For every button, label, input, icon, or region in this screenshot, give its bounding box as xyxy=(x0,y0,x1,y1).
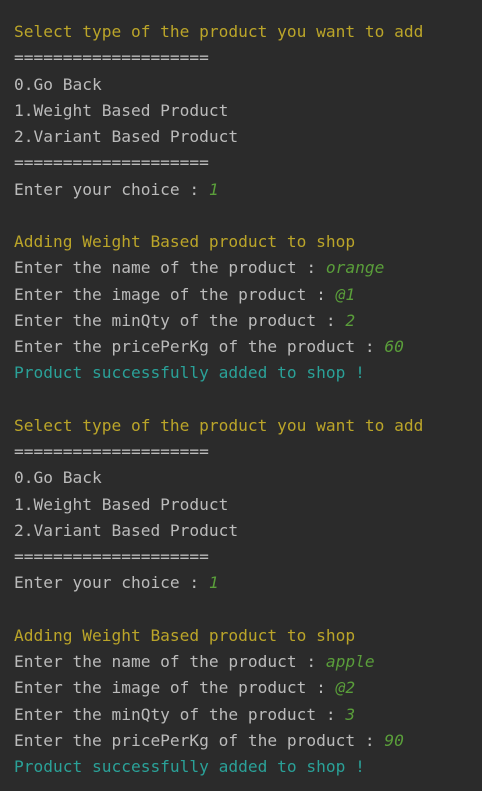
success-message: Product successfully added to shop ! xyxy=(14,363,365,382)
price-line: Enter the pricePerKg of the product : 90 xyxy=(14,730,404,752)
image-line: Enter the image of the product : @1 xyxy=(14,284,355,306)
choice-prompt: Enter your choice : xyxy=(14,573,209,592)
menu-title: Select type of the product you want to a… xyxy=(14,22,424,41)
menu-option-go-back: 0.Go Back xyxy=(14,468,102,487)
image-prompt: Enter the image of the product : xyxy=(14,285,336,304)
menu-option-variant-based: 2.Variant Based Product xyxy=(14,521,239,540)
menu-option-weight-based: 1.Weight Based Product xyxy=(14,495,229,514)
section-title: Adding Weight Based product to shop xyxy=(14,232,356,251)
minqty-input: 3 xyxy=(345,705,356,724)
price-prompt: Enter the pricePerKg of the product : xyxy=(14,731,385,750)
name-prompt: Enter the name of the product : xyxy=(14,652,326,671)
separator: ==================== xyxy=(14,442,209,461)
console-output[interactable]: Select type of the product you want to a… xyxy=(0,0,482,791)
success-message: Product successfully added to shop ! xyxy=(14,757,365,776)
price-line: Enter the pricePerKg of the product : 60 xyxy=(14,336,404,358)
price-input: 60 xyxy=(384,337,404,356)
name-input: orange xyxy=(325,258,385,277)
name-line: Enter the name of the product : orange xyxy=(14,257,384,279)
choice-line: Enter your choice : 1 xyxy=(14,572,219,594)
name-prompt: Enter the name of the product : xyxy=(14,258,326,277)
image-input: @2 xyxy=(335,678,356,697)
price-input: 90 xyxy=(384,731,404,750)
section-title: Adding Weight Based product to shop xyxy=(14,626,356,645)
name-line: Enter the name of the product : apple xyxy=(14,651,375,673)
image-prompt: Enter the image of the product : xyxy=(14,678,336,697)
menu-option-go-back: 0.Go Back xyxy=(14,75,102,94)
image-input: @1 xyxy=(335,285,356,304)
minqty-prompt: Enter the minQty of the product : xyxy=(14,705,346,724)
choice-input: 1 xyxy=(208,180,219,199)
menu-option-weight-based: 1.Weight Based Product xyxy=(14,101,229,120)
minqty-prompt: Enter the minQty of the product : xyxy=(14,311,346,330)
choice-input: 1 xyxy=(208,573,219,592)
separator: ==================== xyxy=(14,547,209,566)
minqty-line: Enter the minQty of the product : 3 xyxy=(14,704,355,726)
price-prompt: Enter the pricePerKg of the product : xyxy=(14,337,385,356)
menu-option-variant-based: 2.Variant Based Product xyxy=(14,127,239,146)
separator: ==================== xyxy=(14,153,209,172)
minqty-line: Enter the minQty of the product : 2 xyxy=(14,310,355,332)
name-input: apple xyxy=(325,652,375,671)
separator: ==================== xyxy=(14,48,209,67)
choice-prompt: Enter your choice : xyxy=(14,180,209,199)
minqty-input: 2 xyxy=(345,311,356,330)
menu-title: Select type of the product you want to a… xyxy=(14,416,424,435)
image-line: Enter the image of the product : @2 xyxy=(14,677,355,699)
choice-line: Enter your choice : 1 xyxy=(14,179,219,201)
